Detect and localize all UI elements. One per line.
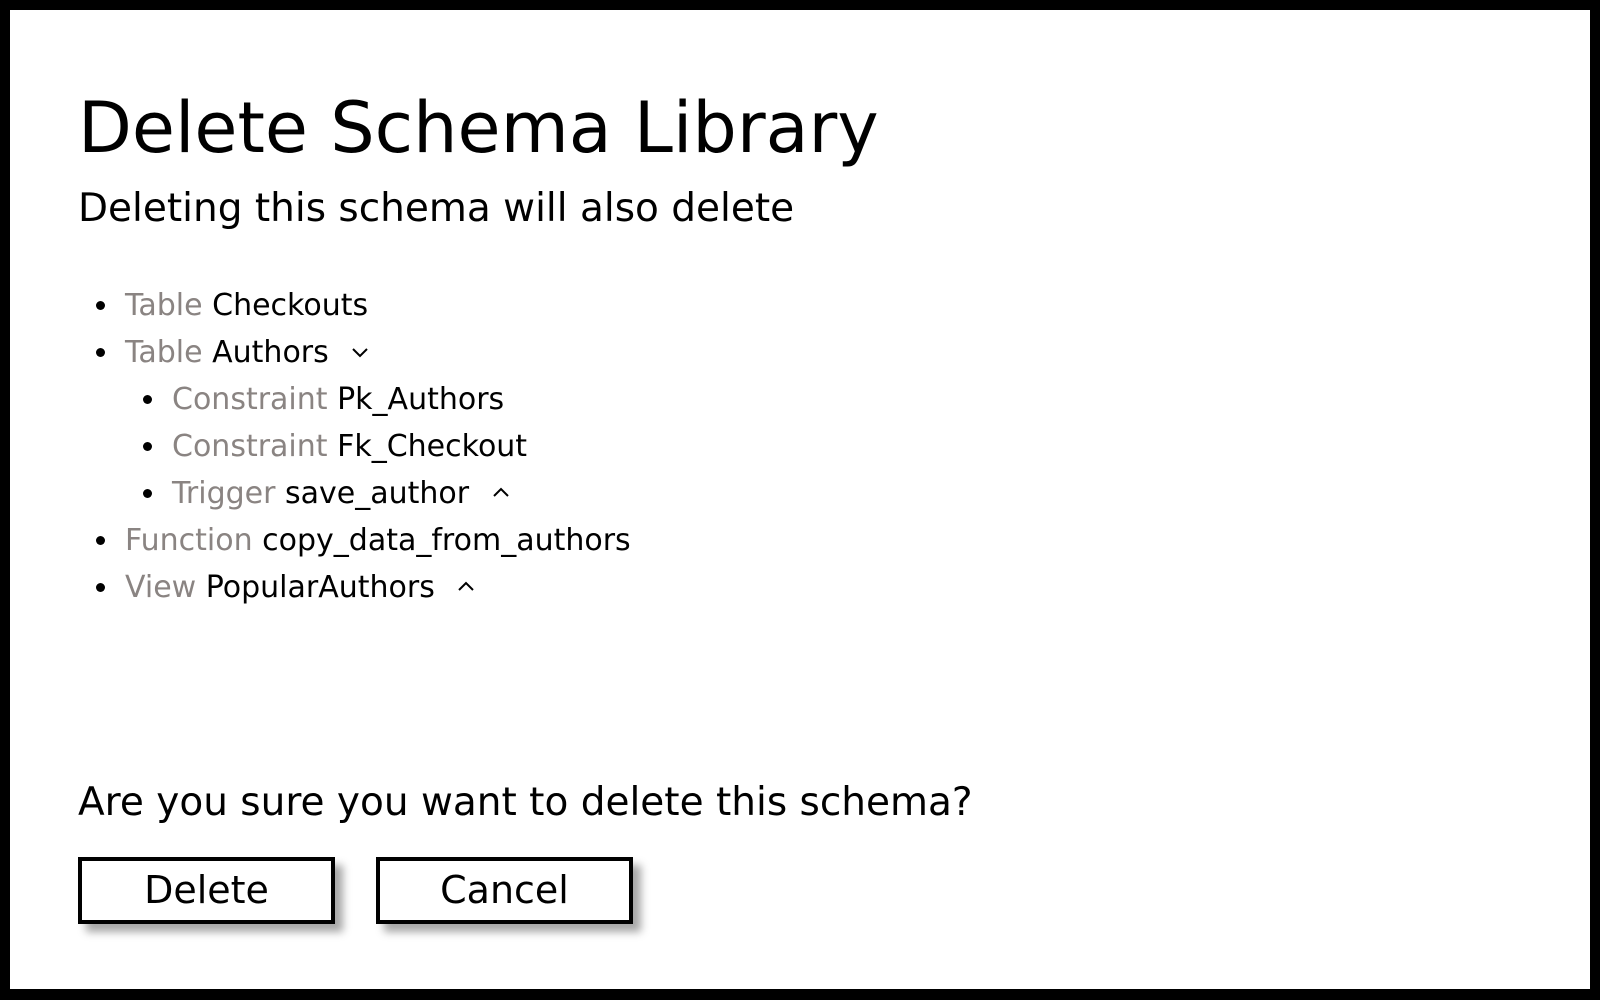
item-kind: Constraint [172, 382, 328, 417]
chevron-up-icon[interactable] [454, 575, 478, 599]
item-name: copy_data_from_authors [262, 523, 631, 558]
list-item-table-authors: Table Authors [78, 329, 631, 376]
item-kind: Table [125, 288, 203, 323]
dialog-subtitle: Deleting this schema will also delete [78, 186, 795, 231]
item-name: save_author [285, 476, 470, 511]
dialog-title: Delete Schema Library [78, 87, 879, 169]
list-item-trigger-save-author: Trigger save_author [78, 470, 631, 517]
item-kind: View [125, 570, 197, 605]
delete-button[interactable]: Delete [78, 857, 335, 924]
chevron-up-icon[interactable] [489, 481, 513, 505]
list-item-constraint-pk-authors: Constraint Pk_Authors [78, 376, 631, 423]
item-name: Checkouts [212, 288, 369, 323]
confirmation-question: Are you sure you want to delete this sch… [78, 780, 973, 825]
list-item-function-copy-data: Function copy_data_from_authors [78, 517, 631, 564]
list-item-view-popular-authors: View PopularAuthors [78, 564, 631, 611]
cancel-button[interactable]: Cancel [376, 857, 633, 924]
chevron-down-icon[interactable] [348, 340, 372, 364]
item-name: Authors [212, 335, 329, 370]
dependent-objects-list: Table Checkouts Table Authors Constraint… [78, 282, 631, 611]
item-kind: Function [125, 523, 253, 558]
item-kind: Trigger [172, 476, 276, 511]
list-item-table-checkouts: Table Checkouts [78, 282, 631, 329]
item-kind: Table [125, 335, 203, 370]
item-name: Fk_Checkout [337, 429, 528, 464]
item-kind: Constraint [172, 429, 328, 464]
delete-schema-dialog: Delete Schema Library Deleting this sche… [10, 10, 1590, 989]
list-item-constraint-fk-checkout: Constraint Fk_Checkout [78, 423, 631, 470]
item-name: PopularAuthors [205, 570, 435, 605]
item-name: Pk_Authors [337, 382, 505, 417]
